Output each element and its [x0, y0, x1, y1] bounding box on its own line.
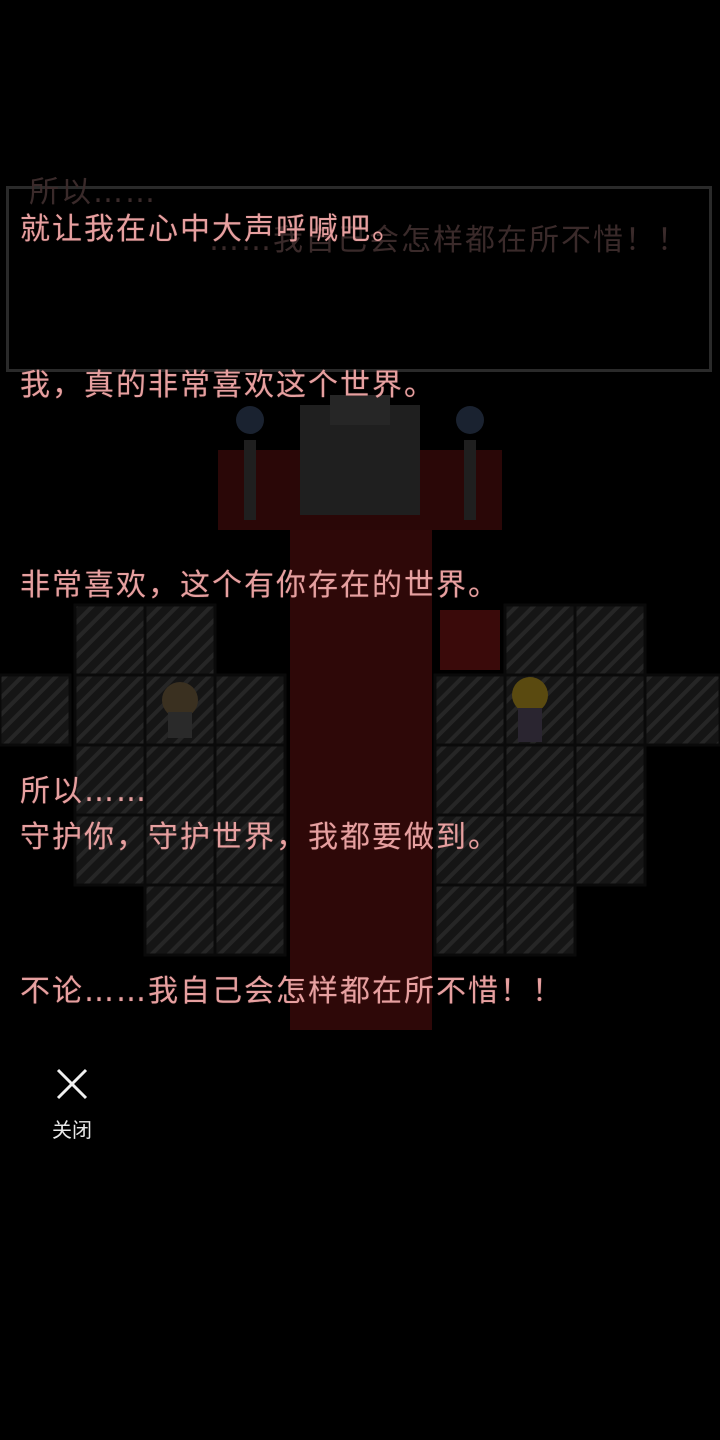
- log-line: 所以……: [20, 774, 148, 809]
- close-label: 关闭: [52, 1118, 92, 1142]
- game-scene: 所以…… ……我自己会怎样都在所不惜！！ 就让我在心中大声呼喊吧。 我，真的非常…: [0, 0, 720, 1440]
- red-tile: [440, 610, 500, 670]
- red-carpet: [290, 530, 432, 1030]
- dialog-current-line: 就让我在心中大声呼喊吧。: [20, 212, 404, 247]
- close-icon: [56, 1068, 88, 1100]
- log-line: 非常喜欢，这个有你存在的世界。: [20, 568, 500, 603]
- close-button[interactable]: 关闭: [40, 1064, 104, 1150]
- log-line: 守护你，守护世界，我都要做到。: [20, 820, 500, 855]
- log-line: 不论……我自己会怎样都在所不惜！！: [20, 974, 564, 1009]
- log-line: 我，真的非常喜欢这个世界。: [20, 368, 436, 403]
